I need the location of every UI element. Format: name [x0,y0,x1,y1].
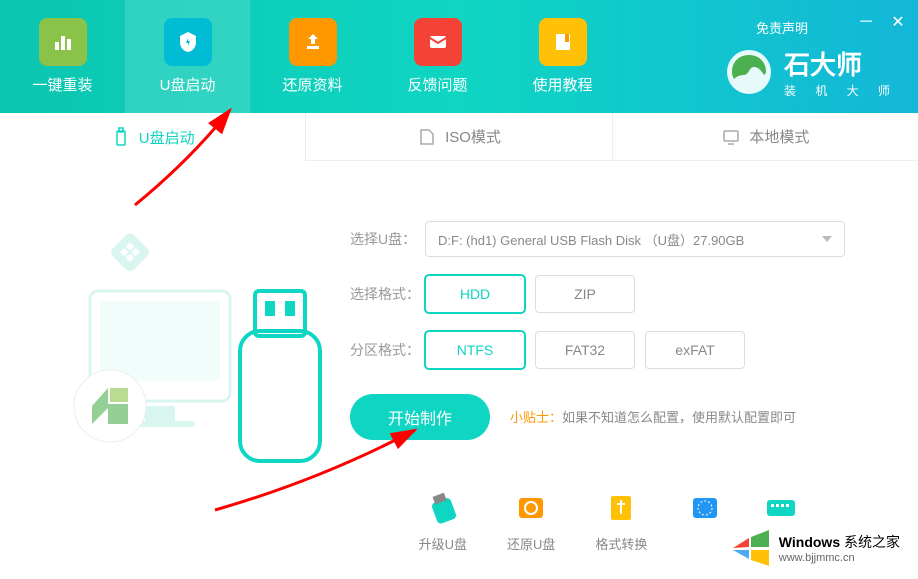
usb-icon [111,127,131,147]
logo-title: 石大师 [784,45,898,82]
nav-label: 一键重装 [32,74,92,95]
nav-label: 反馈问题 [407,74,467,95]
mail-icon [414,18,462,66]
partition-option-ntfs[interactable]: NTFS [425,331,525,369]
dropdown-value: D:F: (hd1) General USB Flash Disk （U盘）27… [438,230,744,249]
nav-label: U盘启动 [160,74,216,95]
format-label: 选择格式： [350,284,425,304]
upload-icon [289,18,337,66]
tip-label: 小贴士： [510,410,562,425]
usb-upgrade-icon [425,490,461,526]
partition-option-fat32[interactable]: FAT32 [535,331,635,369]
mode-tabs: U盘启动 ISO模式 本地模式 [0,113,918,161]
tool-restore-usb[interactable]: 还原U盘 [507,490,555,553]
restore-icon [513,490,549,526]
format-option-zip[interactable]: ZIP [535,275,635,313]
tab-label: 本地模式 [749,126,809,147]
tool-label: 升级U盘 [419,534,467,553]
watermark-title: Windows [779,534,840,550]
start-create-button[interactable]: 开始制作 [350,394,490,440]
minimize-button[interactable]: ─ [856,12,876,32]
usb-select-dropdown[interactable]: D:F: (hd1) General USB Flash Disk （U盘）27… [425,221,845,257]
tab-iso-mode[interactable]: ISO模式 [306,113,612,161]
tool-upgrade-usb[interactable]: 升级U盘 [419,490,467,553]
monitor-icon [721,127,741,147]
shield-icon [164,18,212,66]
disc-icon [687,490,723,526]
partition-option-exfat[interactable]: exFAT [645,331,745,369]
window-controls: ─ ✕ [856,12,908,32]
convert-icon [603,490,639,526]
close-button[interactable]: ✕ [888,12,908,32]
tab-label: U盘启动 [139,127,195,148]
nav-bar: 一键重装 U盘启动 还原资料 反馈问题 使用教程 [0,0,625,113]
tab-usb-boot[interactable]: U盘启动 [0,113,306,161]
nav-feedback[interactable]: 反馈问题 [375,0,500,113]
watermark-url: www.bjjmmc.cn [779,552,900,564]
watermark: Windows 系统之家 www.bjjmmc.cn [723,522,908,574]
usb-select-label: 选择U盘： [350,229,425,249]
disclaimer-link[interactable]: 免责声明 [756,18,808,37]
nav-restore[interactable]: 还原资料 [250,0,375,113]
tool-item-4[interactable] [687,490,723,553]
tool-label: 还原U盘 [507,534,555,553]
partition-label: 分区格式： [350,340,425,360]
nav-usb-boot[interactable]: U盘启动 [125,0,250,113]
nav-label: 使用教程 [532,74,592,95]
logo-icon [724,47,774,97]
windows-logo-icon [731,530,771,566]
keyboard-icon [763,490,799,526]
nav-tutorial[interactable]: 使用教程 [500,0,625,113]
main-content: 选择U盘： D:F: (hd1) General USB Flash Disk … [0,161,918,553]
book-icon [539,18,587,66]
tip-text: 如果不知道怎么配置，使用默认配置即可 [562,410,796,425]
nav-reinstall[interactable]: 一键重装 [0,0,125,113]
tab-local-mode[interactable]: 本地模式 [613,113,918,161]
tab-label: ISO模式 [445,126,501,147]
chart-icon [39,18,87,66]
usb-illustration [40,191,350,491]
app-header: 一键重装 U盘启动 还原资料 反馈问题 使用教程 免责声明 [0,0,918,113]
watermark-subtitle: 系统之家 [844,534,900,550]
tool-format-convert[interactable]: 格式转换 [595,490,647,553]
logo-subtitle: 装 机 大 师 [784,82,898,99]
config-form: 选择U盘： D:F: (hd1) General USB Flash Disk … [350,191,918,553]
tool-label: 格式转换 [595,534,647,553]
nav-label: 还原资料 [282,74,342,95]
iso-icon [417,127,437,147]
chevron-down-icon [822,236,832,242]
format-option-hdd[interactable]: HDD [425,275,525,313]
logo: 石大师 装 机 大 师 [724,45,898,99]
